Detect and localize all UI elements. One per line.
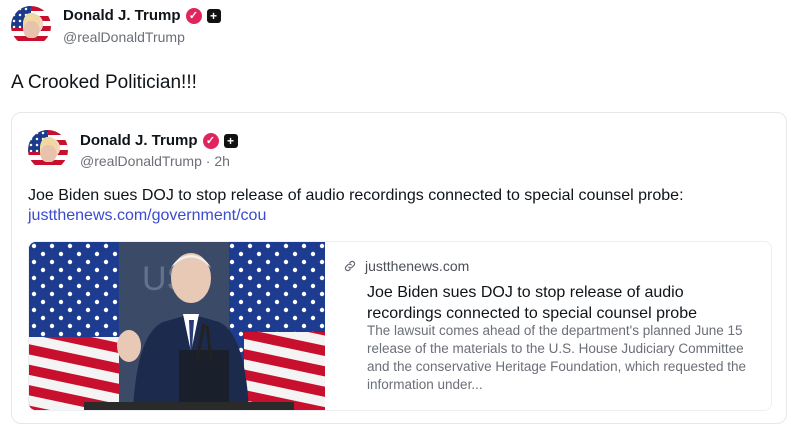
- author-avatar[interactable]: [11, 6, 51, 46]
- link-preview-image: USP: [29, 242, 325, 410]
- quoted-author-meta: @realDonaldTrump · 2h: [80, 153, 230, 169]
- author-handle[interactable]: @realDonaldTrump: [63, 29, 185, 45]
- plus-badge-icon: +: [206, 8, 221, 23]
- quoted-post-link[interactable]: justthenews.com/government/cou: [28, 207, 266, 225]
- author-name[interactable]: Donald J. Trump: [63, 7, 181, 24]
- link-preview-title[interactable]: Joe Biden sues DOJ to stop release of au…: [367, 282, 757, 324]
- quoted-post-time[interactable]: 2h: [214, 153, 230, 169]
- quoted-author-avatar[interactable]: [28, 130, 68, 170]
- author-name-row[interactable]: Donald J. Trump ✓ +: [63, 7, 221, 24]
- quoted-author-handle[interactable]: @realDonaldTrump: [80, 153, 202, 169]
- quoted-author-name[interactable]: Donald J. Trump: [80, 132, 198, 149]
- link-icon: [344, 260, 356, 272]
- link-preview-domain-row: justthenews.com: [343, 258, 469, 274]
- plus-badge-icon: +: [223, 133, 238, 148]
- verified-badge-icon: ✓: [185, 7, 202, 24]
- link-preview-domain: justthenews.com: [365, 258, 470, 274]
- time-separator: ·: [205, 153, 211, 169]
- post-text: A Crooked Politician!!!: [11, 72, 197, 93]
- link-preview-description: The lawsuit comes ahead of the departmen…: [367, 323, 746, 392]
- quoted-author-name-row[interactable]: Donald J. Trump ✓ +: [80, 132, 238, 149]
- link-preview-card[interactable]: USP justthenews.com Joe Biden sues DOJ t…: [28, 241, 772, 411]
- quoted-post-text: Joe Biden sues DOJ to stop release of au…: [28, 187, 684, 204]
- verified-badge-icon: ✓: [202, 132, 219, 149]
